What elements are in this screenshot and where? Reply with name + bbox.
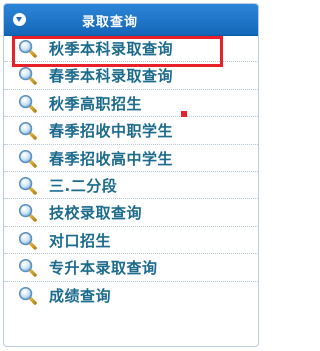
menu-item-score-query[interactable]: 成绩查询	[4, 282, 258, 309]
menu-item-label: 春季招收中职学生	[49, 122, 174, 141]
search-icon	[18, 258, 37, 277]
menu-item-counterpart-enrollment[interactable]: 对口招生	[4, 227, 258, 255]
menu-item-label: 技校录取查询	[49, 204, 143, 223]
search-icon	[18, 66, 37, 85]
search-icon	[18, 176, 37, 195]
chevron-down-circle-icon[interactable]	[13, 13, 26, 26]
menu-item-label: 秋季高职招生	[49, 94, 143, 113]
menu-item-three-two-segment[interactable]: 三.二分段	[4, 172, 258, 200]
menu-item-label: 对口招生	[49, 231, 112, 250]
menu-item-autumn-vocational-enrollment[interactable]: 秋季高职招生	[4, 90, 258, 118]
menu-item-autumn-undergrad-admission[interactable]: 秋季本科录取查询	[4, 35, 258, 63]
menu-item-spring-secondary-vocational[interactable]: 春季招收中职学生	[4, 117, 258, 145]
menu-item-upgrade-undergrad-admission[interactable]: 专升本录取查询	[4, 254, 258, 282]
search-icon	[18, 39, 37, 58]
red-marker	[181, 111, 187, 117]
search-icon	[18, 149, 37, 168]
panel-title: 录取查询	[82, 15, 139, 30]
search-icon	[18, 203, 37, 222]
search-icon	[18, 121, 37, 140]
menu-item-label: 专升本录取查询	[49, 259, 158, 278]
menu-item-label: 三.二分段	[49, 176, 118, 195]
menu-item-label: 春季招收高中学生	[49, 149, 174, 168]
menu-item-label: 春季本科录取查询	[49, 67, 174, 86]
menu-item-technical-school-admission[interactable]: 技校录取查询	[4, 199, 258, 227]
menu-item-label: 秋季本科录取查询	[49, 40, 174, 58]
search-icon	[18, 94, 37, 113]
query-menu: 秋季本科录取查询 春季本科录取查询 秋季高职招生 春季招收中职学生 春季招收高中…	[4, 35, 258, 309]
menu-item-label: 成绩查询	[49, 286, 112, 305]
menu-item-spring-high-school[interactable]: 春季招收高中学生	[4, 145, 258, 172]
search-icon	[18, 286, 37, 305]
search-icon	[18, 231, 37, 250]
menu-item-spring-undergrad-admission[interactable]: 春季本科录取查询	[4, 62, 258, 90]
panel-header[interactable]: 录取查询	[4, 4, 258, 36]
admission-query-panel: 录取查询 秋季本科录取查询 春季本科录取查询 秋季高职招生 春季招收中职学生 春…	[3, 3, 259, 347]
